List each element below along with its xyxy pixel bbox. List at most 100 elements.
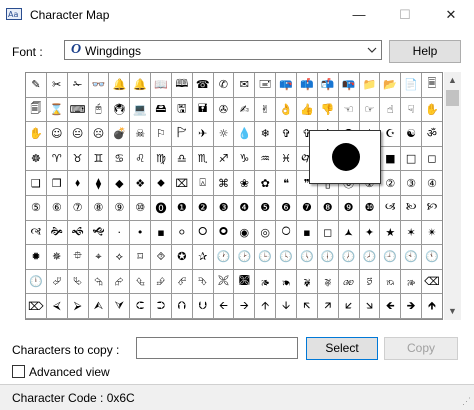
character-cell[interactable]: 🙓: [401, 269, 423, 295]
character-cell[interactable]: ⑦: [67, 195, 89, 221]
character-cell[interactable]: ☎: [192, 73, 214, 98]
character-cell[interactable]: 🞆: [192, 220, 214, 246]
character-cell[interactable]: 🙐: [338, 269, 360, 295]
character-cell[interactable]: 🡩: [255, 294, 277, 319]
character-cell[interactable]: ❄: [255, 122, 277, 147]
character-cell[interactable]: 👎: [317, 97, 339, 123]
character-cell[interactable]: ⮴: [130, 269, 152, 295]
character-cell[interactable]: 🡨: [213, 294, 235, 319]
scroll-thumb[interactable]: [446, 90, 459, 106]
character-cell[interactable]: ❽: [317, 195, 339, 221]
advanced-view-label[interactable]: Advanced view: [29, 365, 110, 379]
character-cell[interactable]: ⮉: [171, 294, 193, 319]
character-cell[interactable]: 😐: [67, 122, 89, 147]
character-cell[interactable]: ❼: [296, 195, 318, 221]
character-cell[interactable]: ❝: [276, 171, 297, 196]
character-cell[interactable]: 🙖: [317, 269, 339, 295]
character-cell[interactable]: 🙞: [46, 220, 68, 246]
character-cell[interactable]: ❸: [213, 195, 235, 221]
character-cell[interactable]: 🖴: [151, 97, 172, 123]
character-cell[interactable]: ☼: [213, 122, 235, 147]
character-cell[interactable]: 🡹: [422, 294, 442, 319]
character-cell[interactable]: 🕓: [276, 245, 297, 270]
character-cell[interactable]: ⮋: [192, 294, 214, 319]
maximize-button[interactable]: ☐: [382, 0, 428, 30]
character-cell[interactable]: 🖬: [192, 97, 214, 123]
character-cell[interactable]: ☝: [380, 97, 402, 123]
character-cell[interactable]: ⑨: [109, 195, 131, 221]
character-cell[interactable]: 🖲: [109, 97, 131, 123]
character-cell[interactable]: ❒: [46, 171, 68, 196]
character-cell[interactable]: ♓: [276, 146, 297, 172]
character-cell[interactable]: 🗏: [422, 73, 442, 98]
character-cell[interactable]: 🙡: [422, 195, 442, 221]
character-cell[interactable]: ✴: [422, 220, 442, 246]
character-cell[interactable]: ★: [380, 220, 402, 246]
character-cell[interactable]: 🙒: [380, 269, 402, 295]
character-cell[interactable]: ⑥: [46, 195, 68, 221]
character-cell[interactable]: ⚐: [151, 122, 172, 147]
character-cell[interactable]: •: [130, 220, 152, 246]
character-cell[interactable]: ✈: [192, 122, 214, 147]
character-cell[interactable]: ⌫: [422, 269, 442, 295]
character-cell[interactable]: 🙔: [276, 269, 297, 295]
character-cell[interactable]: □: [401, 146, 423, 172]
character-cell[interactable]: ❶: [171, 195, 193, 221]
character-cell[interactable]: ✁: [67, 73, 89, 98]
character-cell[interactable]: ✋: [422, 97, 442, 123]
character-cell[interactable]: 👌: [276, 97, 297, 123]
character-cell[interactable]: ③: [401, 171, 423, 196]
character-cell[interactable]: ✿: [255, 171, 277, 196]
character-cell[interactable]: 🖰: [88, 97, 110, 123]
character-cell[interactable]: ✉: [234, 73, 256, 98]
character-cell[interactable]: ⑧: [88, 195, 110, 221]
character-cell[interactable]: ☯: [401, 122, 423, 147]
character-cell[interactable]: 🡭: [317, 294, 339, 319]
character-cell[interactable]: 🕖: [338, 245, 360, 270]
character-cell[interactable]: 👍: [296, 97, 318, 123]
character-cell[interactable]: 🕗: [359, 245, 381, 270]
character-cell[interactable]: 👓: [88, 73, 110, 98]
character-cell[interactable]: ✌: [255, 97, 277, 123]
character-cell[interactable]: ♋: [109, 146, 131, 172]
character-cell[interactable]: ⑤: [26, 195, 47, 221]
character-cell[interactable]: ☺: [46, 122, 68, 147]
character-cell[interactable]: ☞: [359, 97, 381, 123]
character-cell[interactable]: ❀: [234, 171, 256, 196]
character-cell[interactable]: ⮵: [151, 269, 172, 295]
character-cell[interactable]: 📪: [276, 73, 297, 98]
character-cell[interactable]: 🙕: [255, 269, 277, 295]
character-cell[interactable]: ▪: [296, 220, 318, 246]
character-cell[interactable]: 🗐: [26, 97, 47, 123]
character-cell[interactable]: 🖃: [255, 73, 277, 98]
character-cell[interactable]: 🏱: [171, 122, 193, 147]
character-cell[interactable]: ♑: [234, 146, 256, 172]
character-cell[interactable]: 🙝: [88, 220, 110, 246]
character-cell[interactable]: 🔔: [130, 73, 152, 98]
character-cell[interactable]: ④: [422, 171, 442, 196]
character-cell[interactable]: ❑: [26, 171, 47, 196]
character-cell[interactable]: ⮙: [88, 294, 110, 319]
character-cell[interactable]: ⮷: [192, 269, 214, 295]
character-cell[interactable]: ⓿: [151, 195, 172, 221]
character-cell[interactable]: ✹: [26, 245, 47, 270]
scroll-up-arrow-icon[interactable]: ▲: [444, 72, 461, 89]
character-cell[interactable]: ❿: [359, 195, 381, 221]
character-cell[interactable]: ✦: [359, 220, 381, 246]
character-cell[interactable]: ☪: [380, 122, 402, 147]
character-cell[interactable]: 🕘: [380, 245, 402, 270]
character-cell[interactable]: 🕕: [317, 245, 339, 270]
character-cell[interactable]: ⌖: [88, 245, 110, 270]
character-cell[interactable]: 🡺: [401, 294, 423, 319]
character-cell[interactable]: ⮰: [46, 269, 68, 295]
close-button[interactable]: ✕: [428, 0, 474, 30]
character-cell[interactable]: 🙫: [234, 269, 256, 295]
character-cell[interactable]: ♊: [88, 146, 110, 172]
character-cell[interactable]: ◻: [422, 146, 442, 172]
character-cell[interactable]: ❾: [338, 195, 360, 221]
character-cell[interactable]: 🡫: [276, 294, 297, 319]
character-cell[interactable]: ⌨: [67, 97, 89, 123]
character-cell[interactable]: 🕑: [234, 245, 256, 270]
character-cell[interactable]: 🡬: [296, 294, 318, 319]
character-cell[interactable]: ✞: [276, 122, 297, 147]
